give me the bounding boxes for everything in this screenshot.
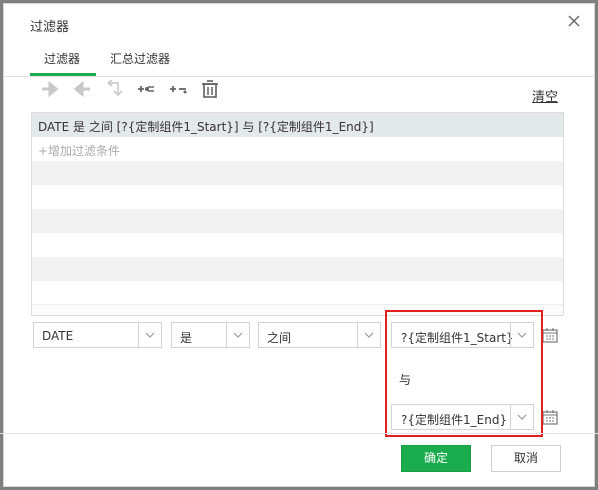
calendar-icon[interactable] [542, 409, 558, 425]
list-row-empty [32, 185, 563, 209]
field-select[interactable]: DATE [33, 322, 162, 348]
footer-divider [0, 433, 598, 434]
clear-link[interactable]: 清空 [532, 86, 558, 105]
remove-condition-icon[interactable] [168, 80, 188, 98]
condition-row-selected[interactable]: DATE 是 之间 [?{定制组件1_Start}] 与 [?{定制组件1_En… [32, 113, 563, 137]
is-operator-value: 是 [180, 331, 193, 345]
active-tab-indicator [30, 73, 96, 76]
cancel-button[interactable]: 取消 [491, 445, 561, 472]
condition-list: DATE 是 之间 [?{定制组件1_Start}] 与 [?{定制组件1_En… [31, 112, 564, 316]
list-row-empty [32, 209, 563, 233]
return-arrow-icon[interactable] [104, 79, 124, 98]
ok-button[interactable]: 确定 [401, 445, 471, 472]
close-icon[interactable] [566, 13, 582, 29]
operator-value: 之间 [267, 331, 292, 345]
tab-bar: 过滤器 汇总过滤器 [4, 40, 594, 77]
trash-icon[interactable] [200, 80, 220, 98]
list-row-empty [32, 281, 563, 305]
field-select-value: DATE [42, 329, 74, 343]
highlight-box [385, 310, 543, 437]
operator-select[interactable]: 之间 [258, 322, 381, 348]
tab-summary-filter[interactable]: 汇总过滤器 [110, 50, 170, 67]
chevron-down-icon[interactable] [357, 323, 380, 347]
chevron-down-icon[interactable] [138, 323, 161, 347]
arrow-right-icon[interactable] [40, 80, 60, 98]
list-row-empty [32, 161, 563, 185]
list-row-empty [32, 257, 563, 281]
add-condition-icon[interactable] [136, 80, 156, 98]
is-operator-select[interactable]: 是 [171, 322, 250, 348]
list-row-empty [32, 233, 563, 257]
add-condition-placeholder: +增加过滤条件 [38, 144, 121, 158]
chevron-down-icon[interactable] [226, 323, 249, 347]
arrow-left-icon[interactable] [72, 80, 92, 98]
calendar-icon[interactable] [542, 327, 558, 343]
tab-filter[interactable]: 过滤器 [44, 50, 80, 67]
add-condition-row[interactable]: +增加过滤条件 [32, 137, 563, 161]
condition-text: DATE 是 之间 [?{定制组件1_Start}] 与 [?{定制组件1_En… [38, 120, 374, 134]
dialog-title: 过滤器 [30, 20, 70, 35]
